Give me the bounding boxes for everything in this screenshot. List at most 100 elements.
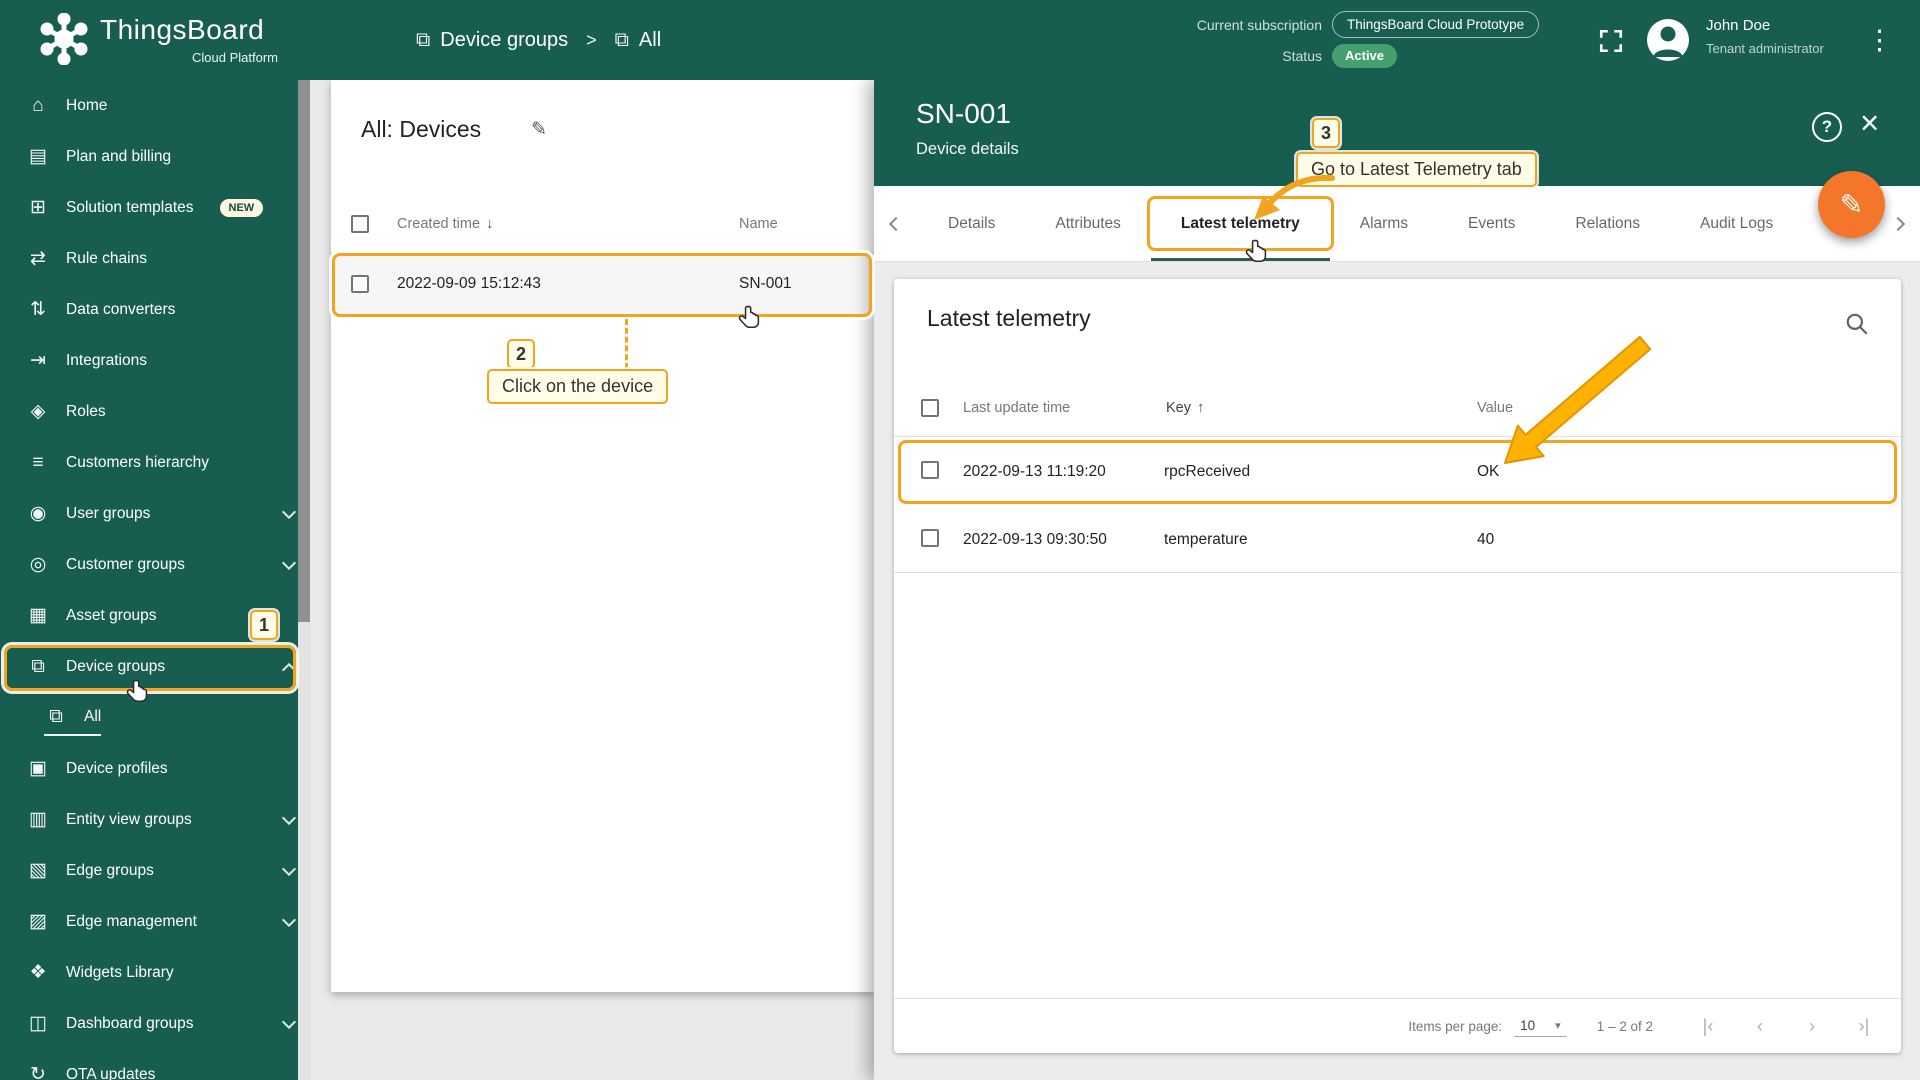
rule-chains-icon: ⇄ [26,247,50,270]
user-avatar[interactable] [1647,19,1689,61]
select-all-checkbox[interactable] [351,215,369,233]
devices-icon: ⧉ [615,29,629,52]
telemetry-row-rpcreceived[interactable]: 2022-09-13 11:19:20 rpcReceived OK [894,437,1901,507]
dashboards-icon: ◫ [26,1012,50,1035]
sidebar-item-device-profiles[interactable]: ▣ Device profiles [0,743,310,794]
sidebar-item-integrations[interactable]: ⇥ Integrations [0,335,310,386]
column-value[interactable]: Value [1477,379,1513,437]
sidebar-item-entity-view-groups[interactable]: ▥ Entity view groups [0,794,310,845]
entity-views-icon: ▥ [26,808,50,831]
sidebar-item-home[interactable]: ⌂ Home [0,80,310,131]
search-icon[interactable] [1844,311,1870,337]
sidebar-item-edge-groups[interactable]: ▧ Edge groups [0,845,310,896]
sidebar-item-plan-and-billing[interactable]: ▤ Plan and billing [0,131,310,182]
step-2-badge: 2 [507,339,535,369]
edit-group-pencil-icon[interactable]: ✎ [531,118,547,141]
sidebar-item-device-groups[interactable]: ⧉ Device groups [0,641,310,692]
step-2-callout: Click on the device [487,369,668,404]
column-created-time[interactable]: Created time↓ [397,195,494,253]
column-key[interactable]: Key↑ [1166,379,1205,437]
user-icon: ◉ [26,502,50,525]
first-page-icon[interactable]: |‹ [1697,1016,1719,1037]
user-name: John Doe [1706,17,1770,34]
tab-latest-telemetry[interactable]: Latest telemetry [1151,186,1330,261]
home-icon: ⌂ [26,95,50,117]
tab-audit-logs[interactable]: Audit Logs [1670,186,1803,261]
column-last-update-time[interactable]: Last update time [963,379,1070,437]
assets-icon: ▦ [26,604,50,627]
items-per-page-label: Items per page: [1408,1019,1502,1034]
tab-alarms[interactable]: Alarms [1330,186,1438,261]
sidebar-item-edge-management[interactable]: ▨ Edge management [0,896,310,947]
next-page-icon[interactable]: › [1801,1016,1823,1037]
sidebar-item-dashboard-groups[interactable]: ◫ Dashboard groups [0,998,310,1049]
sidebar-scrollbar[interactable] [298,80,310,1080]
app-title: ThingsBoard [100,14,264,46]
breadcrumb-label: Device groups [440,29,568,52]
edge-icon: ▧ [26,859,50,882]
cell-device-name: SN-001 [739,253,792,315]
thingsboard-app: ThingsBoard Cloud Platform ⧉ Device grou… [0,0,1920,1080]
close-icon[interactable]: × [1860,104,1879,142]
telemetry-row-temperature[interactable]: 2022-09-13 09:30:50 temperature 40 [894,507,1901,573]
scrollbar-thumb[interactable] [298,80,310,622]
cell-last-update-time: 2022-09-13 09:30:50 [963,507,1107,573]
tab-details[interactable]: Details [918,186,1025,261]
roles-icon: ◈ [26,400,50,423]
row-checkbox[interactable] [921,529,939,547]
row-checkbox[interactable] [921,461,939,479]
sidebar-item-ota-updates[interactable]: ↻ OTA updates [0,1049,310,1080]
app-logo[interactable] [38,13,90,65]
tab-events[interactable]: Events [1438,186,1545,261]
breadcrumb-all[interactable]: ⧉ All [615,29,662,52]
help-icon[interactable]: ? [1812,112,1842,142]
new-badge: NEW [220,199,264,217]
sidebar-item-customer-groups[interactable]: ◎ Customer groups [0,539,310,590]
device-table-header: Created time↓ Name [331,195,874,253]
paginator: Items per page: 10 ▾ 1 – 2 of 2 |‹ ‹ › ›… [894,998,1901,1053]
edit-device-fab[interactable]: ✎ [1818,171,1885,238]
device-row-sn001[interactable]: 2022-09-09 15:12:43 SN-001 [331,253,874,315]
apps-icon: ⊞ [26,196,50,219]
sidebar-item-customers-hierarchy[interactable]: ≡ Customers hierarchy [0,437,310,488]
breadcrumb-separator: > [586,30,597,51]
row-checkbox[interactable] [351,275,369,293]
page-size-select[interactable]: 10 ▾ [1514,1015,1567,1037]
tabs-scroll-left-icon[interactable] [874,186,918,261]
device-list-panel: All: Devices ✎ Created time↓ Name 2022-0… [331,80,874,992]
chevron-down-icon [282,555,296,569]
details-tab-bar: Details Attributes Latest telemetry Alar… [874,186,1920,262]
drawer-body: Latest telemetry Last update time Key↑ V… [874,262,1920,1080]
sidebar-item-all[interactable]: ⧉ All [0,692,310,743]
sidebar-item-data-converters[interactable]: ⇅ Data converters [0,284,310,335]
sidebar-item-user-groups[interactable]: ◉ User groups [0,488,310,539]
breadcrumb-device-groups[interactable]: ⧉ Device groups [416,29,568,52]
sidebar-item-rule-chains[interactable]: ⇄ Rule chains [0,233,310,284]
previous-page-icon[interactable]: ‹ [1749,1016,1771,1037]
tab-relations[interactable]: Relations [1545,186,1670,261]
pencil-icon: ✎ [1840,188,1863,221]
more-menu-icon[interactable]: ⋮ [1866,23,1893,57]
step-3-callout: Go to Latest Telemetry tab [1296,152,1537,187]
chevron-down-icon [282,912,296,926]
breadcrumb-label: All [639,29,661,52]
converter-icon: ⇅ [26,298,50,321]
app-subtitle: Cloud Platform [100,50,278,65]
last-page-icon[interactable]: ›| [1853,1016,1875,1037]
sort-asc-icon: ↑ [1197,399,1205,416]
hierarchy-icon: ≡ [26,452,50,474]
sidebar-item-solution-templates[interactable]: ⊞ Solution templates NEW [0,182,310,233]
tab-attributes[interactable]: Attributes [1025,186,1150,261]
device-details-drawer: SN-001 Device details ? × Details Attrib… [874,80,1920,1080]
fullscreen-icon[interactable] [1598,28,1624,54]
sidebar-item-roles[interactable]: ◈ Roles [0,386,310,437]
ota-icon: ↻ [26,1063,50,1080]
select-all-checkbox[interactable] [921,399,939,417]
paginator-range: 1 – 2 of 2 [1597,1019,1653,1034]
drawer-subtitle: Device details [916,140,1019,159]
column-name[interactable]: Name [739,195,778,253]
chevron-up-icon [282,662,296,676]
subscription-chip[interactable]: ThingsBoard Cloud Prototype [1332,11,1539,38]
sidebar-item-widgets-library[interactable]: ❖ Widgets Library [0,947,310,998]
user-role: Tenant administrator [1706,41,1824,56]
